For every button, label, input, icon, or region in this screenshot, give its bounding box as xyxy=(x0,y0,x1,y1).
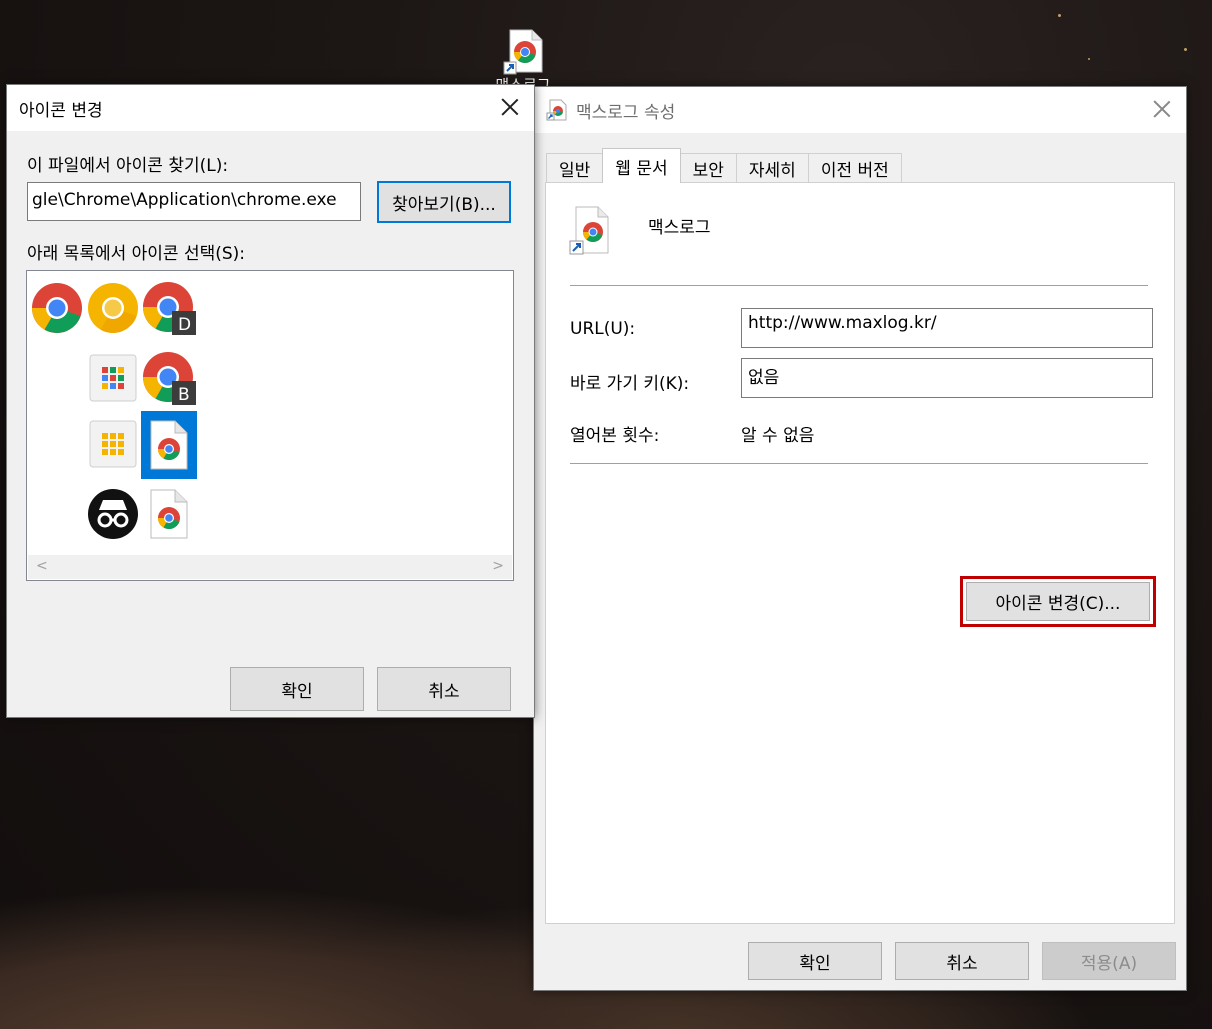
tab-details[interactable]: 자세히 xyxy=(735,153,809,183)
icon-file-path-text: gle\Chrome\Application\chrome.exe xyxy=(32,190,337,210)
chrome-canary-icon[interactable] xyxy=(85,275,141,341)
change-icon-dialog: 아이콘 변경 이 파일에서 아이콘 찾기(L): gle\Chrome\Appl… xyxy=(6,84,535,718)
find-icons-label: 이 파일에서 아이콘 찾기(L): xyxy=(27,156,229,176)
properties-ok-button[interactable]: 확인 xyxy=(748,942,882,980)
browse-button[interactable]: 찾아보기(B)... xyxy=(377,181,511,223)
properties-tabs: 일반 웹 문서 보안 자세히 이전 버전 xyxy=(546,148,902,183)
visits-label: 열어본 횟수: xyxy=(570,426,660,446)
select-icon-label: 아래 목록에서 아이콘 선택(S): xyxy=(27,244,246,264)
url-input[interactable]: http://www.maxlog.kr/ xyxy=(741,308,1153,348)
tab-security[interactable]: 보안 xyxy=(679,153,737,183)
properties-cancel-button[interactable]: 취소 xyxy=(895,942,1029,980)
properties-apply-button[interactable]: 적용(A) xyxy=(1042,942,1176,980)
svg-text:D: D xyxy=(178,315,191,335)
scroll-right-icon[interactable]: > xyxy=(492,558,504,574)
incognito-icon[interactable] xyxy=(85,481,141,547)
svg-text:B: B xyxy=(178,385,190,405)
change-icon-cancel-button[interactable]: 취소 xyxy=(377,667,511,711)
chrome-doc-icon[interactable] xyxy=(141,411,197,479)
properties-close-icon[interactable] xyxy=(1150,97,1174,121)
hotkey-input[interactable]: 없음 xyxy=(741,358,1153,398)
icon-list[interactable]: D B < > xyxy=(26,270,514,581)
visits-value: 알 수 없음 xyxy=(741,426,815,446)
divider xyxy=(570,463,1148,464)
change-icon-titlebar[interactable]: 아이콘 변경 xyxy=(7,85,534,131)
chrome-icon[interactable] xyxy=(29,275,85,341)
shortcut-large-icon xyxy=(568,205,616,262)
tab-previous-versions[interactable]: 이전 버전 xyxy=(807,153,902,183)
change-icon-ok-button[interactable]: 확인 xyxy=(230,667,364,711)
shortcut-name: 맥스로그 xyxy=(648,218,711,238)
wallpaper-star xyxy=(1058,14,1061,17)
wallpaper-star xyxy=(1088,58,1090,60)
tab-web-document[interactable]: 웹 문서 xyxy=(602,148,681,183)
horizontal-scrollbar[interactable]: < > xyxy=(28,555,512,579)
wallpaper-star xyxy=(1184,48,1187,51)
hotkey-label: 바로 가기 키(K): xyxy=(570,374,690,394)
change-icon-title: 아이콘 변경 xyxy=(19,100,103,121)
properties-title: 맥스로그 속성 xyxy=(576,102,676,123)
change-icon-close-icon[interactable] xyxy=(498,95,522,119)
url-label: URL(U): xyxy=(570,319,636,339)
chrome-doc-icon[interactable] xyxy=(141,481,197,547)
icon-file-path-input[interactable]: gle\Chrome\Application\chrome.exe xyxy=(27,182,361,221)
divider xyxy=(570,285,1148,286)
tab-general[interactable]: 일반 xyxy=(546,153,604,183)
highlight-annotation xyxy=(960,576,1156,627)
apps-grid-yellow-icon[interactable] xyxy=(85,411,141,477)
shortcut-title-icon xyxy=(546,99,568,126)
chrome-beta-icon[interactable]: B xyxy=(141,345,197,411)
properties-titlebar[interactable]: 맥스로그 속성 xyxy=(534,87,1186,133)
properties-window: 맥스로그 속성 일반 웹 문서 보안 자세히 이전 버전 맥스로그 URL(U)… xyxy=(533,86,1187,991)
chrome-dev-icon[interactable]: D xyxy=(141,275,197,341)
scroll-left-icon[interactable]: < xyxy=(36,558,48,574)
apps-grid-icon[interactable] xyxy=(85,345,141,411)
web-document-panel: 맥스로그 URL(U): http://www.maxlog.kr/ 바로 가기… xyxy=(545,182,1175,924)
